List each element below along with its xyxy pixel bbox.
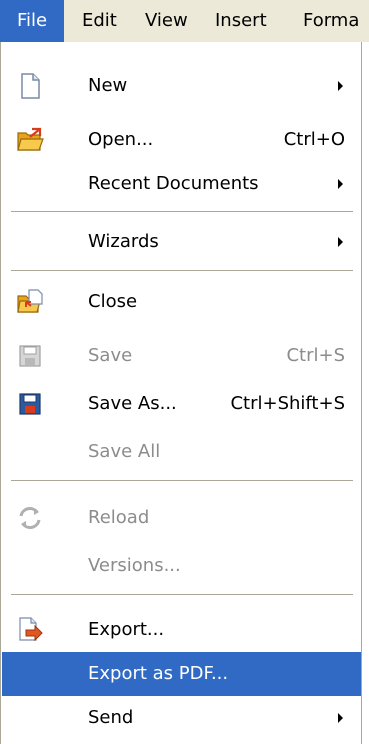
menu-item-wizards-label: Wizards [88, 231, 159, 252]
menu-separator [11, 211, 353, 213]
close-document-icon [17, 289, 43, 313]
menu-item-save-label: Save [88, 345, 133, 366]
menu-bar: File Edit View Insert Forma [0, 0, 369, 42]
save-as-disk-icon [19, 393, 41, 415]
new-document-icon [21, 73, 40, 99]
menu-separator [11, 480, 353, 482]
submenu-arrow-icon [338, 81, 343, 91]
menu-item-close-label: Close [88, 291, 138, 312]
menu-item-versions-label: Versions... [88, 555, 181, 576]
menu-item-open[interactable]: Open... Ctrl+O [2, 118, 361, 162]
menu-item-save-all-label: Save All [88, 441, 161, 462]
menu-item-save-as[interactable]: Save As... Ctrl+Shift+S [2, 382, 361, 426]
menu-item-save-shortcut: Ctrl+S [286, 345, 345, 366]
menu-view[interactable]: View [145, 0, 188, 42]
menu-item-send[interactable]: Send [2, 696, 361, 740]
menu-item-export-label: Export... [88, 619, 165, 640]
menu-item-versions[interactable]: Versions... [2, 544, 361, 588]
menu-item-open-label: Open... [88, 129, 154, 150]
menu-item-new-label: New [88, 75, 128, 96]
reload-icon [19, 507, 41, 529]
menu-edit[interactable]: Edit [82, 0, 117, 42]
menu-item-recent-documents-label: Recent Documents [88, 173, 259, 194]
export-icon [19, 617, 43, 642]
menu-item-save-as-shortcut: Ctrl+Shift+S [230, 393, 345, 414]
menu-item-export-as-pdf[interactable]: Export as PDF... [2, 652, 361, 696]
menu-item-send-label: Send [88, 707, 134, 728]
menu-file[interactable]: File [0, 0, 64, 42]
menu-item-save[interactable]: Save Ctrl+S [2, 334, 361, 378]
menu-separator [11, 594, 353, 596]
submenu-arrow-icon [338, 713, 343, 723]
menu-item-export[interactable]: Export... [2, 608, 361, 652]
menu-item-new[interactable]: New [2, 64, 361, 108]
menu-item-reload[interactable]: Reload [2, 496, 361, 540]
menu-item-export-as-pdf-label: Export as PDF... [88, 663, 229, 684]
menu-item-close[interactable]: Close [2, 280, 361, 324]
save-disk-icon [19, 345, 41, 367]
submenu-arrow-icon [338, 179, 343, 189]
file-menu-dropdown: New Open... Ctrl+O Recent Documents Wiza… [0, 42, 362, 744]
menu-format[interactable]: Forma [303, 0, 359, 42]
menu-separator [11, 270, 353, 272]
open-folder-icon [17, 127, 44, 151]
menu-item-reload-label: Reload [88, 507, 150, 528]
menu-item-save-all[interactable]: Save All [2, 430, 361, 474]
menu-item-recent-documents[interactable]: Recent Documents [2, 162, 361, 206]
submenu-arrow-icon [338, 237, 343, 247]
menu-insert[interactable]: Insert [215, 0, 267, 42]
menu-item-open-shortcut: Ctrl+O [283, 129, 345, 150]
menu-item-save-as-label: Save As... [88, 393, 177, 414]
menu-item-wizards[interactable]: Wizards [2, 220, 361, 264]
